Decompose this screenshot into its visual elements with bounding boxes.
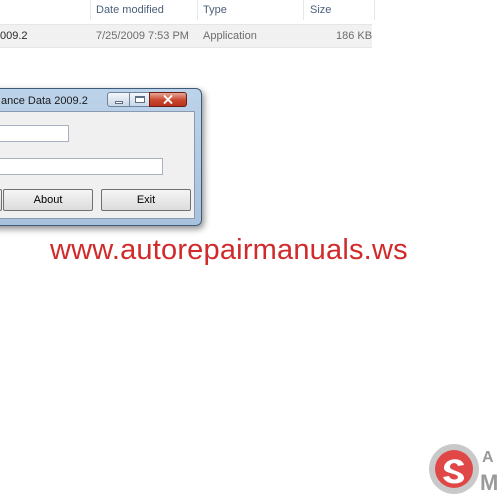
about-button[interactable]: About xyxy=(3,189,93,211)
close-button[interactable] xyxy=(149,92,187,107)
file-size: 186 KB xyxy=(336,30,373,42)
left-button-partial[interactable] xyxy=(0,189,2,211)
minimize-icon xyxy=(115,101,123,104)
file-date-modified: 7/25/2009 7:53 PM xyxy=(96,30,189,42)
app-dialog-window: ance Data 2009.2 About Exit xyxy=(0,88,202,226)
text-field-2[interactable] xyxy=(0,158,163,175)
column-divider[interactable] xyxy=(374,0,375,20)
column-header-type[interactable]: Type xyxy=(203,0,227,22)
file-name: 009.2 xyxy=(0,30,28,42)
dialog-title: ance Data 2009.2 xyxy=(1,95,88,107)
minimize-button[interactable] xyxy=(107,92,130,107)
desktop-screen: Date modified Type Size 009.2 7/25/2009 … xyxy=(0,0,500,500)
exit-button[interactable]: Exit xyxy=(101,189,191,211)
close-icon xyxy=(163,95,173,104)
file-type: Application xyxy=(203,30,257,42)
column-divider[interactable] xyxy=(197,0,198,20)
column-divider[interactable] xyxy=(90,0,91,20)
column-header-date-modified[interactable]: Date modified xyxy=(96,0,164,22)
dialog-client-area: About Exit xyxy=(0,111,195,219)
file-row-selected[interactable]: 009.2 7/25/2009 7:53 PM Application 186 … xyxy=(0,24,372,48)
brand-logo-icon: A M xyxy=(429,444,498,495)
watermark-url: www.autorepairmanuals.ws xyxy=(50,234,408,266)
column-divider[interactable] xyxy=(303,0,304,20)
column-header-size[interactable]: Size xyxy=(310,0,331,22)
maximize-button[interactable] xyxy=(129,92,150,107)
logo-letter-m: M xyxy=(480,470,498,495)
logo-letter-a: A xyxy=(482,449,494,466)
text-field-1[interactable] xyxy=(0,125,69,142)
maximize-icon xyxy=(135,96,145,103)
